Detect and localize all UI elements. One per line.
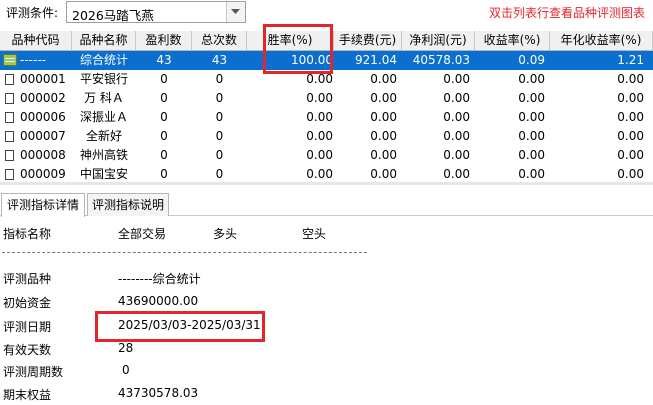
cell-code: 000007: [20, 129, 66, 143]
cell-fee: 0.00: [370, 110, 397, 124]
document-icon: [5, 93, 14, 104]
cell-annual: 0.00: [617, 148, 644, 162]
col-header-wins[interactable]: 盈利数: [136, 31, 192, 51]
cell-profit: 0.00: [443, 129, 470, 143]
table-row[interactable]: 000006 深振业Ａ 0 0 0.00 0.00 0.00 0.00 0.00: [0, 108, 653, 127]
cell-wins: 0: [160, 129, 168, 143]
date-highlight-box: [95, 311, 265, 342]
detail-value: 43730578.03: [118, 386, 199, 400]
col-header-total[interactable]: 总次数: [192, 31, 247, 51]
cell-name: 深振业Ａ: [79, 110, 128, 124]
cell-winrate: 0.00: [306, 148, 333, 162]
cell-wins: 43: [156, 53, 172, 67]
cell-name: 全新好: [85, 129, 122, 143]
hint-text: 双击列表行查看品种评测图表: [488, 6, 645, 20]
cell-name: 万 科Ａ: [84, 91, 124, 105]
cell-wins: 0: [160, 72, 168, 86]
cell-name: 神州高铁: [79, 148, 128, 162]
cell-total: 0: [215, 129, 224, 143]
detail-header-all: 全部交易: [118, 227, 167, 241]
cell-profit: 0.00: [443, 72, 470, 86]
cell-return: 0.00: [518, 91, 545, 105]
detail-value: --------综合统计: [118, 272, 201, 286]
cell-return: 0.00: [518, 72, 545, 86]
condition-select[interactable]: 2026马踏飞燕: [66, 1, 246, 23]
summary-grid-icon: [3, 54, 17, 66]
cell-code: 000006: [20, 110, 66, 124]
cell-fee: 0.00: [370, 129, 397, 143]
table-row[interactable]: 000002 万 科Ａ 0 0 0.00 0.00 0.00 0.00 0.00: [0, 89, 653, 108]
cell-code: 000001: [20, 72, 66, 86]
col-header-return[interactable]: 收益率(%): [475, 31, 550, 51]
document-icon: [5, 74, 14, 85]
detail-label: 评测周期数: [3, 365, 64, 379]
table-row[interactable]: 000007 全新好 0 0 0.00 0.00 0.00 0.00 0.00: [0, 127, 653, 146]
detail-value: 0: [122, 363, 130, 377]
detail-label: 有效天数: [3, 343, 52, 357]
detail-header-name: 指标名称: [3, 227, 52, 241]
cell-return: 0.00: [518, 129, 545, 143]
winrate-highlight-box: [263, 24, 333, 74]
cell-wins: 0: [160, 91, 168, 105]
table-row[interactable]: 000008 神州高铁 0 0 0.00 0.00 0.00 0.00 0.00: [0, 146, 653, 165]
cell-annual: 0.00: [617, 91, 644, 105]
cell-fee: 0.00: [370, 91, 397, 105]
cell-wins: 0: [160, 110, 168, 124]
cell-code: 000008: [20, 148, 66, 162]
detail-header-long: 多头: [213, 227, 238, 241]
cell-fee: 0.00: [370, 72, 397, 86]
separator-line: [2, 252, 367, 253]
detail-label: 评测品种: [3, 272, 52, 286]
cell-return: 0.09: [518, 53, 545, 67]
col-header-profit[interactable]: 净利润(元): [402, 31, 475, 51]
cell-total: 0: [215, 110, 224, 124]
dropdown-arrow-icon[interactable]: [226, 2, 245, 22]
cell-total: 0: [215, 72, 224, 86]
cell-winrate: 0.00: [306, 129, 333, 143]
detail-label: 初始资金: [3, 296, 52, 310]
cell-total: 0: [215, 148, 224, 162]
cell-fee: 0.00: [370, 148, 397, 162]
document-icon: [5, 112, 14, 123]
cell-winrate: 0.00: [306, 110, 333, 124]
document-icon: [5, 150, 14, 161]
cell-annual: 1.21: [617, 53, 644, 67]
tab-detail[interactable]: 评测指标详情: [1, 193, 85, 217]
cell-return: 0.00: [518, 148, 545, 162]
cell-annual: 0.00: [617, 72, 644, 86]
cell-annual: 0.00: [617, 110, 644, 124]
condition-value: 2026马踏飞燕: [72, 8, 154, 23]
cell-code: ------: [20, 53, 46, 67]
col-header-code[interactable]: 品种代码: [0, 31, 72, 51]
detail-label: 期末权益: [3, 388, 52, 402]
cell-winrate: 0.00: [306, 91, 333, 105]
horizontal-scrollbar[interactable]: [0, 182, 653, 185]
cell-return: 0.00: [518, 110, 545, 124]
cell-fee: 921.04: [355, 53, 397, 67]
detail-label: 评测日期: [3, 320, 52, 334]
cell-total: 0: [215, 91, 224, 105]
cell-wins: 0: [160, 148, 168, 162]
detail-value: 28: [118, 341, 134, 355]
condition-label: 评测条件:: [6, 6, 59, 20]
detail-value: 43690000.00: [118, 294, 199, 308]
cell-annual: 0.00: [617, 129, 644, 143]
cell-profit: 40578.03: [412, 53, 470, 67]
detail-header-short: 空头: [302, 227, 327, 241]
cell-total: 43: [211, 53, 228, 67]
cell-name: 平安银行: [79, 72, 128, 86]
cell-name: 综合统计: [79, 53, 128, 67]
cell-code: 000002: [20, 91, 66, 105]
cell-profit: 0.00: [443, 148, 470, 162]
cell-profit: 0.00: [443, 110, 470, 124]
col-header-name[interactable]: 品种名称: [72, 31, 136, 51]
cell-profit: 0.00: [443, 91, 470, 105]
col-header-annual[interactable]: 年化收益率(%): [550, 31, 653, 51]
col-header-fee[interactable]: 手续费(元): [334, 31, 402, 51]
document-icon: [5, 169, 14, 180]
document-icon: [5, 131, 14, 142]
tab-explanation[interactable]: 评测指标说明: [87, 193, 169, 216]
